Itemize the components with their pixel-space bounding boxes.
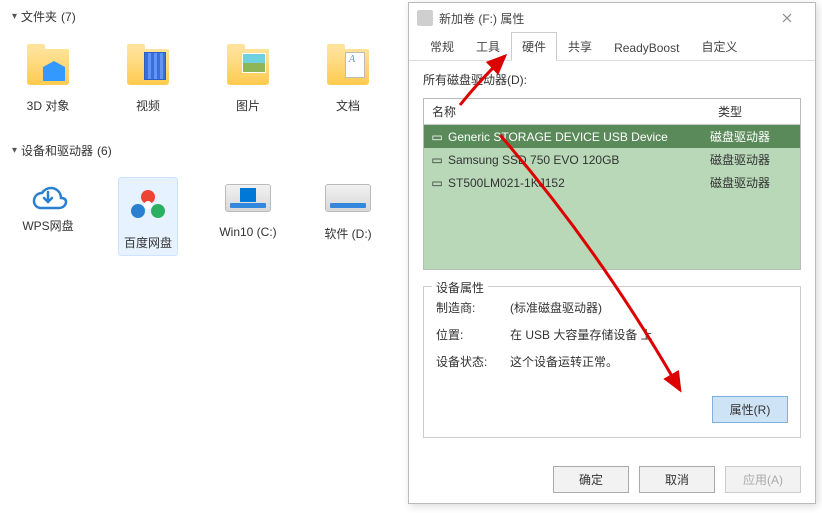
cancel-button[interactable]: 取消 bbox=[639, 466, 715, 493]
cloud-icon bbox=[25, 177, 71, 211]
manufacturer-value: (标准磁盘驱动器) bbox=[510, 299, 602, 316]
drive-win10-c[interactable]: Win10 (C:) bbox=[218, 177, 278, 256]
folder-documents[interactable]: 文档 bbox=[318, 43, 378, 114]
drive-baidu[interactable]: 百度网盘 bbox=[118, 177, 178, 256]
drive-list-label: 所有磁盘驱动器(D): bbox=[423, 71, 801, 88]
ok-button[interactable]: 确定 bbox=[553, 466, 629, 493]
location-value: 在 USB 大容量存储设备 上 bbox=[510, 326, 653, 343]
properties-dialog: 新加卷 (F:) 属性 常规 工具 硬件 共享 ReadyBoost 自定义 所… bbox=[408, 2, 816, 504]
folder-icon bbox=[27, 49, 69, 85]
dialog-tabs: 常规 工具 硬件 共享 ReadyBoost 自定义 bbox=[409, 33, 815, 61]
tab-readyboost[interactable]: ReadyBoost bbox=[603, 35, 690, 60]
folder-3d-objects[interactable]: 3D 对象 bbox=[18, 43, 78, 114]
dialog-title-text: 新加卷 (F:) 属性 bbox=[439, 10, 524, 27]
drive-list[interactable]: 名称 类型 ▭ Generic STORAGE DEVICE USB Devic… bbox=[423, 98, 801, 270]
tab-sharing[interactable]: 共享 bbox=[557, 32, 603, 60]
disk-icon: ▭ bbox=[430, 130, 444, 144]
tab-tools[interactable]: 工具 bbox=[465, 32, 511, 60]
close-icon bbox=[782, 13, 792, 23]
drive-list-header: 名称 类型 bbox=[424, 99, 800, 125]
device-properties-group: 设备属性 制造商: (标准磁盘驱动器) 位置: 在 USB 大容量存储设备 上 … bbox=[423, 286, 801, 438]
folder-images[interactable]: 图片 bbox=[218, 43, 278, 114]
status-label: 设备状态: bbox=[436, 353, 492, 370]
folder-icon bbox=[127, 49, 169, 85]
close-button[interactable] bbox=[767, 3, 807, 33]
status-value: 这个设备运转正常。 bbox=[510, 353, 618, 370]
section-count: (7) bbox=[61, 10, 76, 24]
dialog-titlebar[interactable]: 新加卷 (F:) 属性 bbox=[409, 3, 815, 33]
section-label: 文件夹 bbox=[21, 8, 57, 25]
section-count: (6) bbox=[97, 144, 112, 158]
disk-icon: ▭ bbox=[430, 176, 444, 190]
dialog-footer: 确定 取消 应用(A) bbox=[409, 456, 815, 503]
disk-icon: ▭ bbox=[430, 153, 444, 167]
baidu-cloud-icon bbox=[125, 182, 171, 228]
folder-icon bbox=[327, 49, 369, 85]
chevron-down-icon: ▾ bbox=[12, 11, 17, 22]
section-label: 设备和驱动器 bbox=[21, 142, 93, 159]
device-row[interactable]: ▭ Samsung SSD 750 EVO 120GB 磁盘驱动器 bbox=[424, 148, 800, 171]
column-type[interactable]: 类型 bbox=[710, 99, 800, 124]
drive-small-icon bbox=[417, 10, 433, 26]
folder-videos[interactable]: 视频 bbox=[118, 43, 178, 114]
properties-button[interactable]: 属性(R) bbox=[712, 396, 788, 423]
drive-icon bbox=[223, 177, 273, 219]
folder-icon bbox=[227, 49, 269, 85]
tab-hardware[interactable]: 硬件 bbox=[511, 32, 557, 61]
manufacturer-label: 制造商: bbox=[436, 299, 492, 316]
device-row[interactable]: ▭ ST500LM021-1KJ152 磁盘驱动器 bbox=[424, 171, 800, 194]
location-label: 位置: bbox=[436, 326, 492, 343]
drive-software-d[interactable]: 软件 (D:) bbox=[318, 177, 378, 256]
tab-customize[interactable]: 自定义 bbox=[690, 32, 748, 60]
group-title: 设备属性 bbox=[432, 279, 488, 296]
column-name[interactable]: 名称 bbox=[424, 99, 710, 124]
drive-icon bbox=[323, 177, 373, 219]
apply-button[interactable]: 应用(A) bbox=[725, 466, 801, 493]
tab-general[interactable]: 常规 bbox=[419, 32, 465, 60]
chevron-down-icon: ▾ bbox=[12, 145, 17, 156]
drive-wps[interactable]: WPS网盘 bbox=[18, 177, 78, 256]
device-row[interactable]: ▭ Generic STORAGE DEVICE USB Device 磁盘驱动… bbox=[424, 125, 800, 148]
